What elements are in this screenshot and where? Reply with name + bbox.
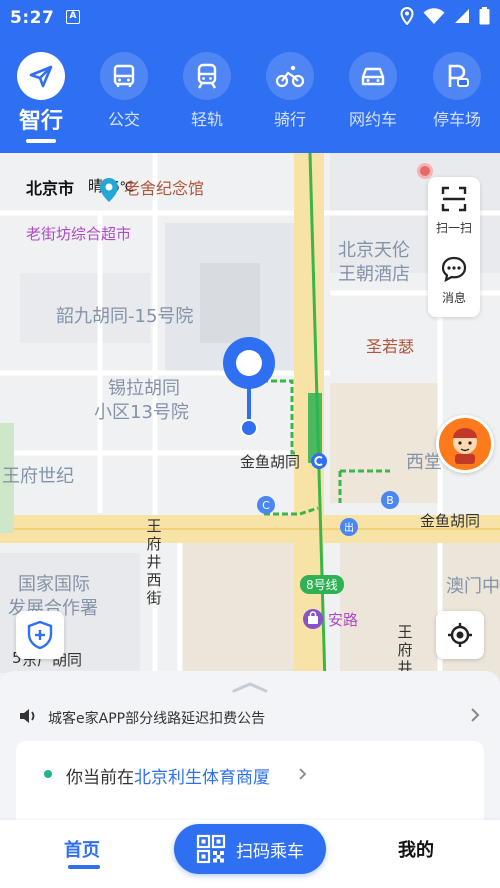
- sheet-handle-chevron-up-icon[interactable]: [230, 681, 270, 693]
- location-place-link[interactable]: 北京利生体育商厦: [134, 768, 270, 788]
- status-bar: 5:27 A: [0, 0, 500, 34]
- pin-blue-icon: [98, 177, 120, 207]
- chevron-right-icon: [471, 708, 480, 722]
- message-icon: [441, 256, 467, 283]
- poi-hotel-line2[interactable]: 王朝酒店: [338, 263, 410, 287]
- exit-marker-text: 出: [344, 521, 354, 534]
- wifi-icon: [423, 7, 445, 24]
- tab-cycling[interactable]: 骑行: [254, 52, 326, 130]
- subway-line8-badge: 8号线: [300, 575, 344, 594]
- scan-tool-label: 扫一扫: [435, 221, 472, 235]
- qr-code-icon: [196, 834, 226, 864]
- road-jinyu-label: 金鱼胡同: [420, 512, 481, 530]
- announcement-bar[interactable]: 城客e家APP部分线路延迟扣费公告: [0, 699, 500, 735]
- paper-plane-icon: [17, 52, 65, 100]
- bus-icon: [100, 52, 148, 100]
- status-icons: [400, 7, 490, 25]
- poi-wangfu[interactable]: 王府世纪: [2, 465, 74, 489]
- transport-tabs: 智行 公交 轻轨 骑行 网约车 停车场: [0, 52, 500, 143]
- nav-home-indicator: [68, 865, 100, 869]
- bottom-navigation: 首页 扫码乘车 我的: [0, 820, 500, 888]
- speaker-icon: [20, 709, 35, 723]
- tab-label: 轻轨: [190, 110, 223, 129]
- poi-xitang[interactable]: 西堂: [406, 451, 442, 475]
- location-status-dot: [44, 770, 52, 778]
- road-wangfujing-v-label: 王府井: [397, 623, 413, 677]
- tab-label: 智行: [18, 109, 63, 134]
- poi-hutong15[interactable]: 韶九胡同-15号院: [56, 305, 193, 329]
- tab-ride-hailing[interactable]: 网约车: [337, 52, 409, 130]
- battery-icon: [479, 7, 490, 25]
- subway-exit-b-marker[interactable]: B: [380, 490, 400, 514]
- shop-bag-icon: [302, 608, 324, 634]
- location-prefix: 你当前在: [66, 768, 134, 788]
- status-time: 5:27: [10, 8, 55, 28]
- poi-memorial[interactable]: 老舍纪念馆: [124, 175, 204, 199]
- safety-shield-button[interactable]: [16, 611, 64, 659]
- location-status-icon: [400, 7, 414, 25]
- mascot-avatar-icon[interactable]: [436, 415, 494, 473]
- scan-icon: [441, 186, 467, 212]
- subway-logo-icon: [310, 452, 328, 474]
- tab-parking[interactable]: 停车场: [421, 52, 493, 130]
- current-location-card[interactable]: 你当前在北京利生体育商厦: [16, 741, 484, 831]
- subway-exit-c-marker[interactable]: C: [256, 495, 276, 519]
- tab-bus[interactable]: 公交: [88, 52, 160, 130]
- message-tool-label: 消息: [441, 291, 466, 305]
- subway-exit-c-text: C: [262, 499, 270, 512]
- parking-icon: [433, 52, 481, 100]
- subway-exit-b-text: B: [386, 494, 394, 507]
- poi-hotel-line1[interactable]: 北京天伦: [338, 239, 410, 263]
- shield-plus-icon: [27, 620, 53, 650]
- crosshair-icon: [448, 623, 472, 647]
- poi-xila-line2[interactable]: 小区13号院: [94, 401, 189, 425]
- scan-ride-button[interactable]: 扫码乘车: [174, 824, 326, 874]
- app-header: 5:27 A 智行 公交 轻轨 骑行 网约车 停车场: [0, 0, 500, 153]
- nav-home[interactable]: 首页: [64, 836, 100, 862]
- current-location-pin-icon: [218, 333, 282, 445]
- bike-icon: [266, 52, 314, 100]
- notification-app-icon: A: [66, 10, 80, 24]
- message-tool-button[interactable]: 消息: [428, 255, 480, 306]
- scan-ride-label: 扫码乘车: [236, 841, 304, 862]
- tab-light-rail[interactable]: 轻轨: [171, 52, 243, 130]
- road-wangfujing-label: 王府井西街: [146, 517, 162, 607]
- poi-anlu[interactable]: 安路: [328, 609, 358, 630]
- map-city-label: 北京市: [26, 179, 75, 198]
- station-jinyu-label[interactable]: 金鱼胡同: [240, 451, 300, 472]
- tab-active-indicator: [26, 139, 56, 143]
- current-location-text: 你当前在北京利生体育商厦: [66, 763, 270, 788]
- poi-xila-line1[interactable]: 锡拉胡同: [108, 377, 180, 401]
- bottom-sheet[interactable]: 城客e家APP部分线路延迟扣费公告 你当前在北京利生体育商厦: [0, 671, 500, 831]
- announcement-text: 城客e家APP部分线路延迟扣费公告: [48, 711, 266, 727]
- poi-guojia-line1[interactable]: 国家国际: [18, 573, 90, 597]
- locate-me-button[interactable]: [436, 611, 484, 659]
- chevron-right-icon: [299, 768, 307, 780]
- exit-marker[interactable]: 出: [339, 517, 359, 541]
- poi-sheng[interactable]: 圣若瑟: [366, 333, 414, 357]
- train-icon: [183, 52, 231, 100]
- signal-icon: [455, 9, 469, 23]
- map-side-toolbar: 扫一扫 消息: [428, 177, 480, 317]
- car-icon: [349, 52, 397, 100]
- tab-label: 停车场: [432, 110, 481, 129]
- tab-label: 公交: [107, 110, 140, 129]
- nav-mine[interactable]: 我的: [398, 836, 434, 862]
- poi-supermarket[interactable]: 老街坊综合超市: [26, 223, 131, 244]
- tab-label: 网约车: [348, 110, 397, 129]
- tab-label: 骑行: [273, 110, 306, 129]
- map-view[interactable]: 北京市 晴26℃ 老舍纪念馆 老街坊综合超市 北京天伦 王朝酒店 韶九胡同-15…: [0, 153, 500, 683]
- poi-aomen[interactable]: 澳门中: [446, 575, 500, 599]
- scan-tool-button[interactable]: 扫一扫: [428, 185, 480, 236]
- tab-smart-travel[interactable]: 智行: [5, 52, 77, 143]
